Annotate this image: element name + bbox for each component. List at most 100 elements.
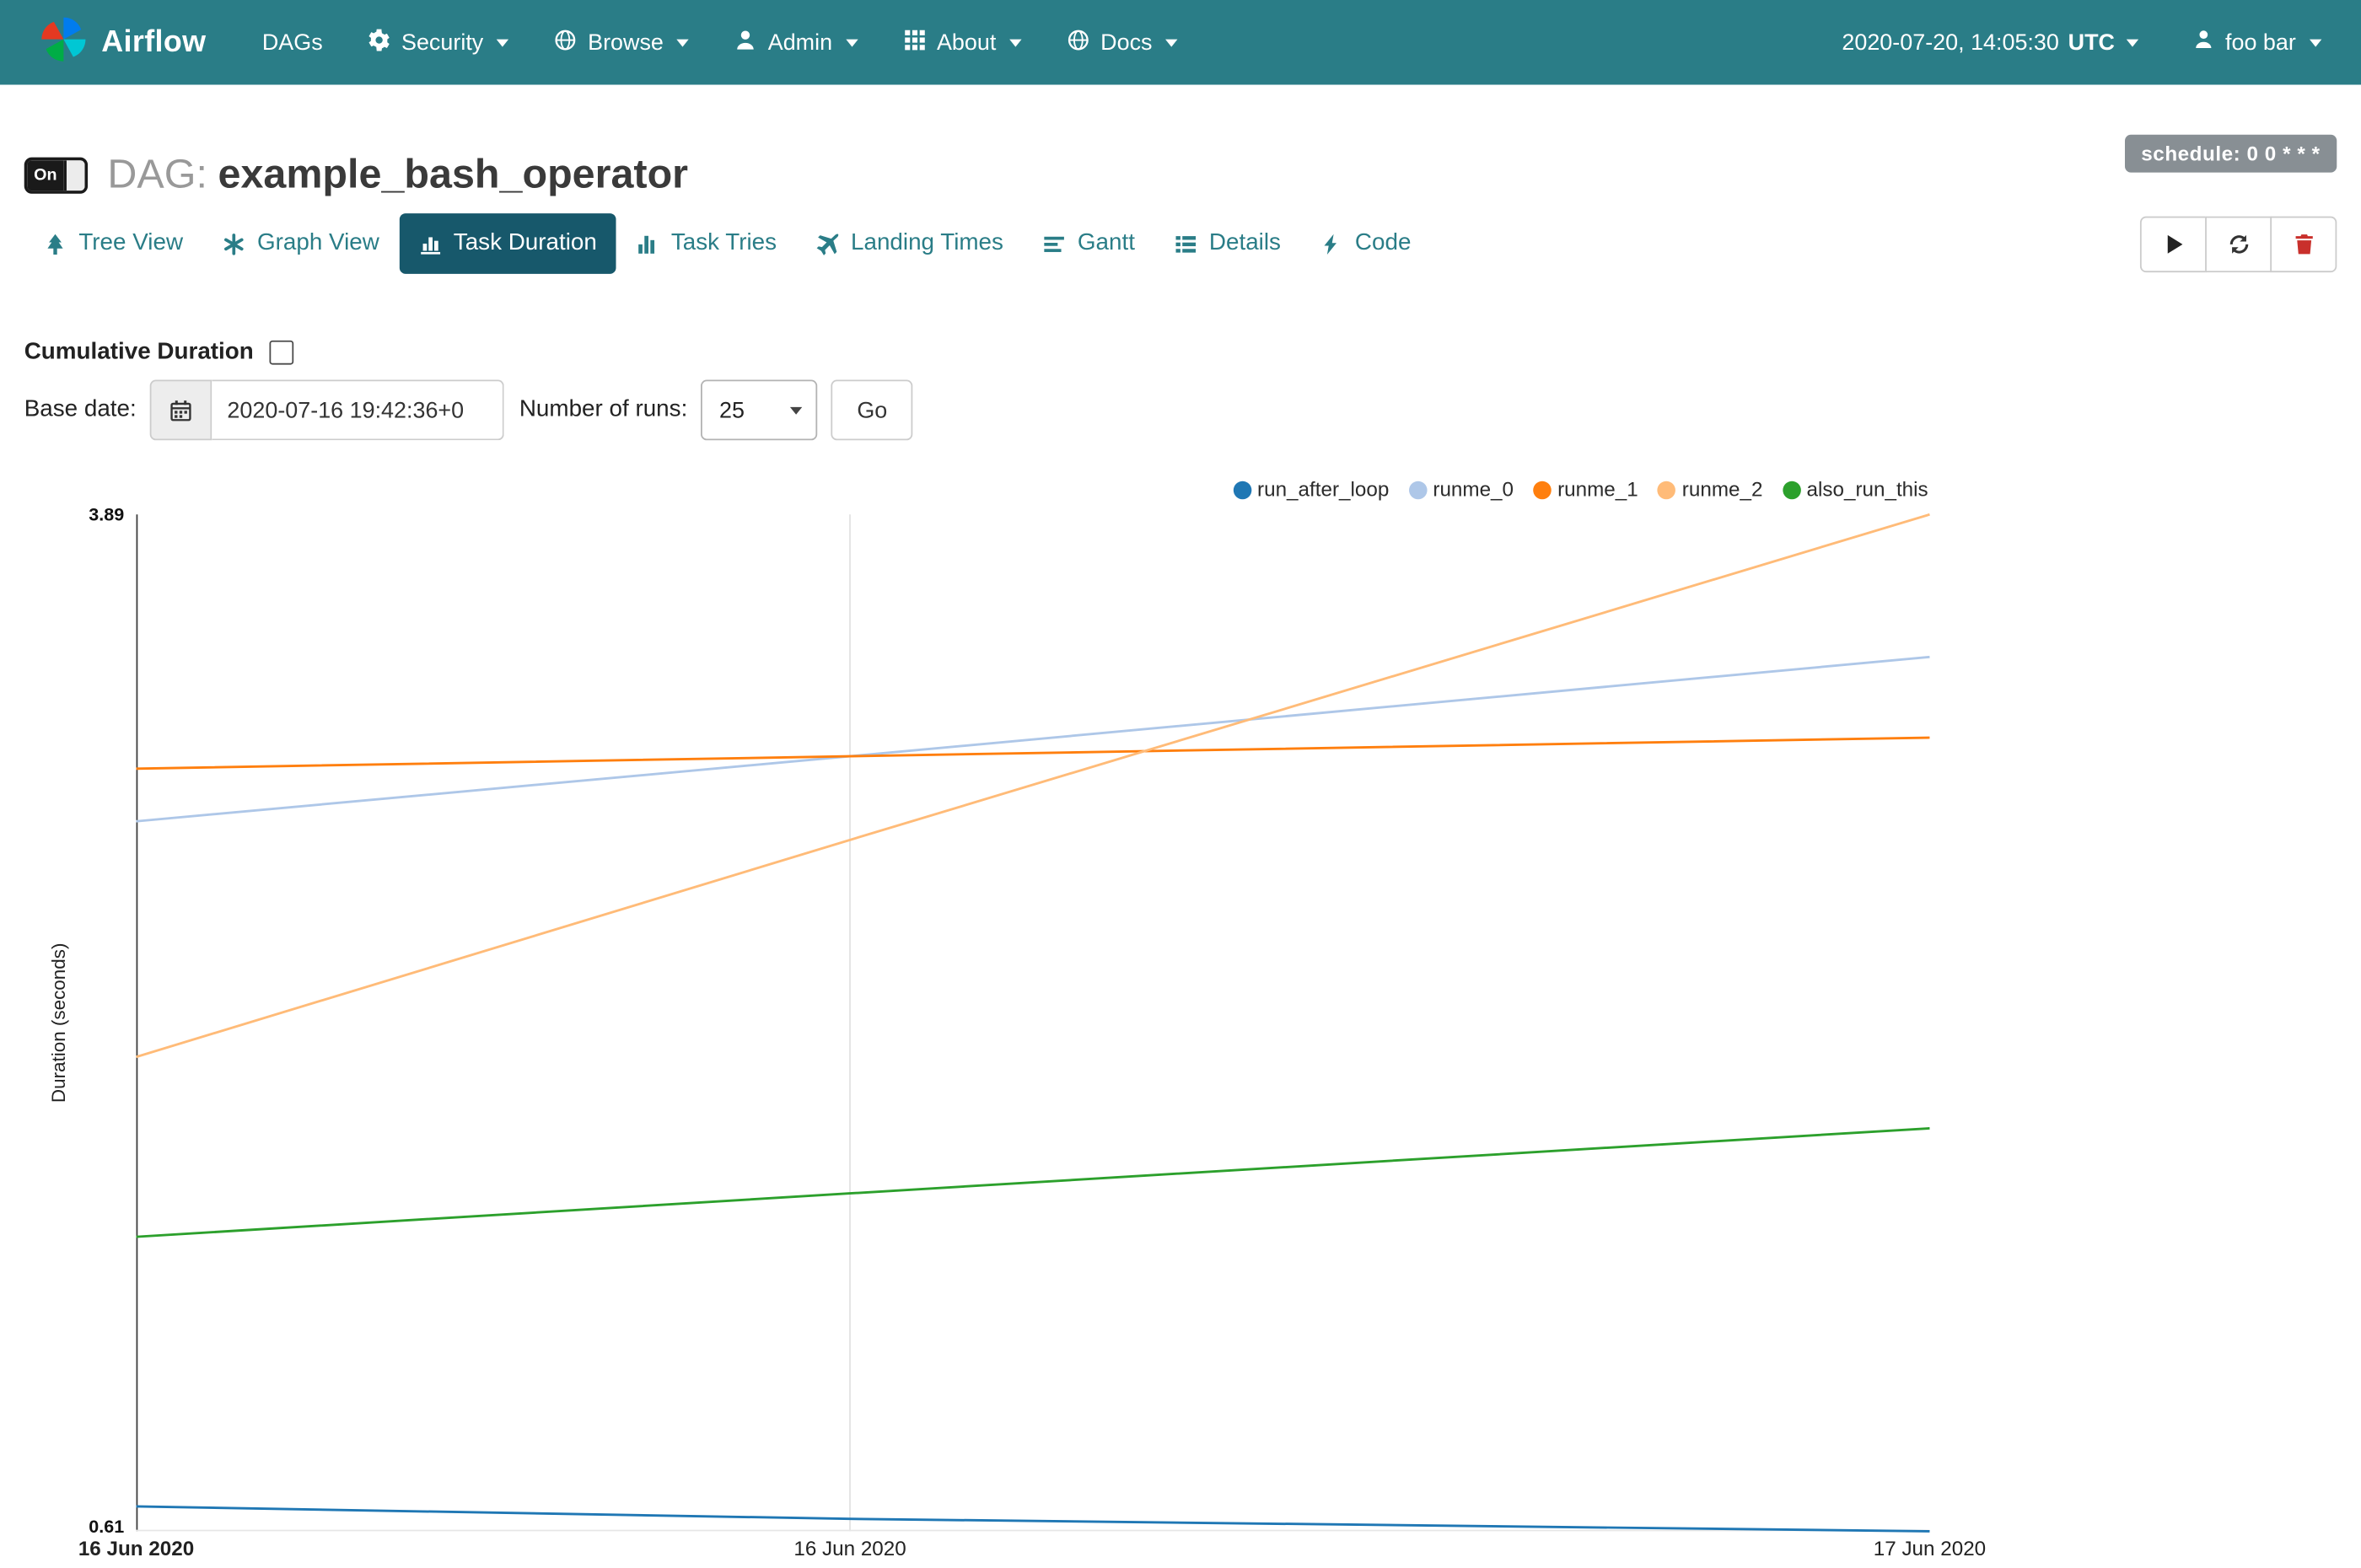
username: foo bar [2225, 30, 2296, 56]
page-title: DAG:example_bash_operator [107, 151, 688, 198]
user-icon [2193, 29, 2214, 56]
legend-dot [1783, 481, 1801, 499]
y-axis-label-wrap: Duration (seconds) [46, 514, 73, 1531]
dag-pause-toggle[interactable]: On [24, 157, 88, 193]
legend-item[interactable]: run_after_loop [1233, 478, 1389, 501]
play-icon [2162, 233, 2185, 255]
grid-icon [903, 28, 926, 56]
legend-dot [1409, 481, 1428, 499]
brand-title: Airflow [101, 25, 206, 60]
asterisk-icon [223, 233, 245, 255]
number-of-runs-label: Number of runs: [519, 396, 687, 423]
cumulative-duration-row: Cumulative Duration [24, 339, 293, 366]
user-icon [734, 28, 757, 56]
y-axis-label: Duration (seconds) [48, 943, 69, 1104]
plot-area [137, 514, 1930, 1531]
calendar-icon [169, 399, 192, 422]
dag-name: example_bash_operator [218, 151, 688, 196]
selected-runs-value: 25 [719, 397, 745, 423]
dag-view-tabs: Tree View Graph View Task Duration Task … [24, 213, 2337, 274]
cumulative-duration-label: Cumulative Duration [24, 339, 254, 366]
task-duration-chart: run_after_loop runme_0 runme_1 runme_2 also_… [0, 466, 2361, 1568]
chevron-down-icon [497, 39, 508, 46]
user-menu[interactable]: foo bar [2193, 29, 2321, 56]
tab-details[interactable]: Details [1154, 213, 1300, 274]
trigger-dag-button[interactable] [2140, 216, 2207, 271]
tab-task-tries[interactable]: Task Tries [616, 213, 796, 274]
gantt-bars-icon [1043, 233, 1066, 255]
nav-item-dags[interactable]: DAGs [239, 0, 346, 85]
cumulative-duration-checkbox[interactable] [269, 341, 293, 365]
legend-item[interactable]: runme_2 [1658, 478, 1762, 501]
chart-form-row: Base date: Number of runs: 25 Go [24, 380, 913, 441]
nav-item-about[interactable]: About [881, 0, 1045, 85]
nav-item-label: Admin [768, 30, 832, 56]
top-navbar: Airflow DAGs Security Browse [0, 0, 2361, 85]
chevron-down-icon [846, 39, 858, 46]
bar-chart-icon [419, 233, 442, 255]
trash-icon [2292, 233, 2315, 255]
x-axis-labels: 16 Jun 202016 Jun 202017 Jun 2020 [137, 1538, 1930, 1568]
tab-tree-view[interactable]: Tree View [24, 213, 203, 274]
clock-timezone: UTC [2068, 30, 2115, 56]
nav-item-admin[interactable]: Admin [712, 0, 880, 85]
globe-icon [1068, 28, 1090, 56]
chevron-down-icon [790, 406, 802, 414]
calendar-button[interactable] [150, 380, 212, 441]
delete-dag-button[interactable] [2270, 216, 2337, 271]
legend-item[interactable]: also_run_this [1783, 478, 1928, 501]
refresh-icon [2227, 233, 2250, 255]
tab-label: Task Duration [454, 230, 597, 257]
dag-header: On DAG:example_bash_operator [24, 151, 688, 198]
tab-code[interactable]: Code [1300, 213, 1430, 274]
legend-label: runme_2 [1682, 478, 1763, 501]
plane-icon [816, 233, 839, 255]
legend-item[interactable]: runme_1 [1533, 478, 1638, 501]
gear-icon [368, 28, 391, 56]
nav-item-security[interactable]: Security [346, 0, 532, 85]
tab-label: Task Tries [671, 230, 777, 257]
nav-item-docs[interactable]: Docs [1045, 0, 1201, 85]
globe-icon [555, 28, 578, 56]
chevron-down-icon [1009, 39, 1021, 46]
legend-dot [1233, 481, 1251, 499]
list-icon [1175, 233, 1197, 255]
toggle-on-label: On [27, 159, 63, 190]
airflow-brand[interactable]: Airflow [40, 14, 207, 70]
airflow-page: Airflow DAGs Security Browse [0, 0, 2361, 1568]
tab-landing-times[interactable]: Landing Times [796, 213, 1023, 274]
bars-icon [637, 233, 659, 255]
tab-gantt[interactable]: Gantt [1023, 213, 1154, 274]
y-axis-tick-min: 0.61 [51, 1516, 124, 1537]
toggle-knob [63, 159, 84, 190]
nav-item-browse[interactable]: Browse [532, 0, 713, 85]
x-axis-tick-label: 16 Jun 2020 [793, 1538, 906, 1560]
tab-label: Landing Times [851, 230, 1003, 257]
base-date-input[interactable] [212, 380, 503, 441]
nav-item-label: DAGs [262, 30, 323, 56]
tab-task-duration[interactable]: Task Duration [399, 213, 616, 274]
go-button[interactable]: Go [831, 380, 913, 441]
dag-title-prefix: DAG: [107, 151, 207, 196]
tab-graph-view[interactable]: Graph View [202, 213, 399, 274]
dag-action-buttons [2140, 216, 2337, 271]
chevron-down-icon [2127, 39, 2138, 46]
screenshot-stage: Airflow DAGs Security Browse [0, 0, 2361, 1568]
tree-icon [44, 233, 67, 255]
base-date-label: Base date: [24, 396, 137, 423]
legend-item[interactable]: runme_0 [1409, 478, 1514, 501]
nav-item-label: Docs [1100, 30, 1152, 56]
legend-label: runme_0 [1433, 478, 1514, 501]
legend-dot [1533, 481, 1552, 499]
refresh-button[interactable] [2205, 216, 2272, 271]
nav-item-label: Browse [588, 30, 664, 56]
x-axis-tick-label: 16 Jun 2020 [78, 1538, 194, 1560]
chevron-down-icon [677, 39, 689, 46]
legend-label: run_after_loop [1257, 478, 1389, 501]
y-axis-tick-max: 3.89 [51, 504, 124, 525]
number-of-runs-select[interactable]: 25 [701, 380, 817, 441]
nav-item-label: About [937, 30, 996, 56]
utc-clock-menu[interactable]: 2020-07-20, 14:05:30 UTC [1842, 30, 2138, 56]
x-axis-tick-label: 17 Jun 2020 [1874, 1538, 1986, 1560]
navbar-right: 2020-07-20, 14:05:30 UTC foo bar [1842, 29, 2321, 56]
